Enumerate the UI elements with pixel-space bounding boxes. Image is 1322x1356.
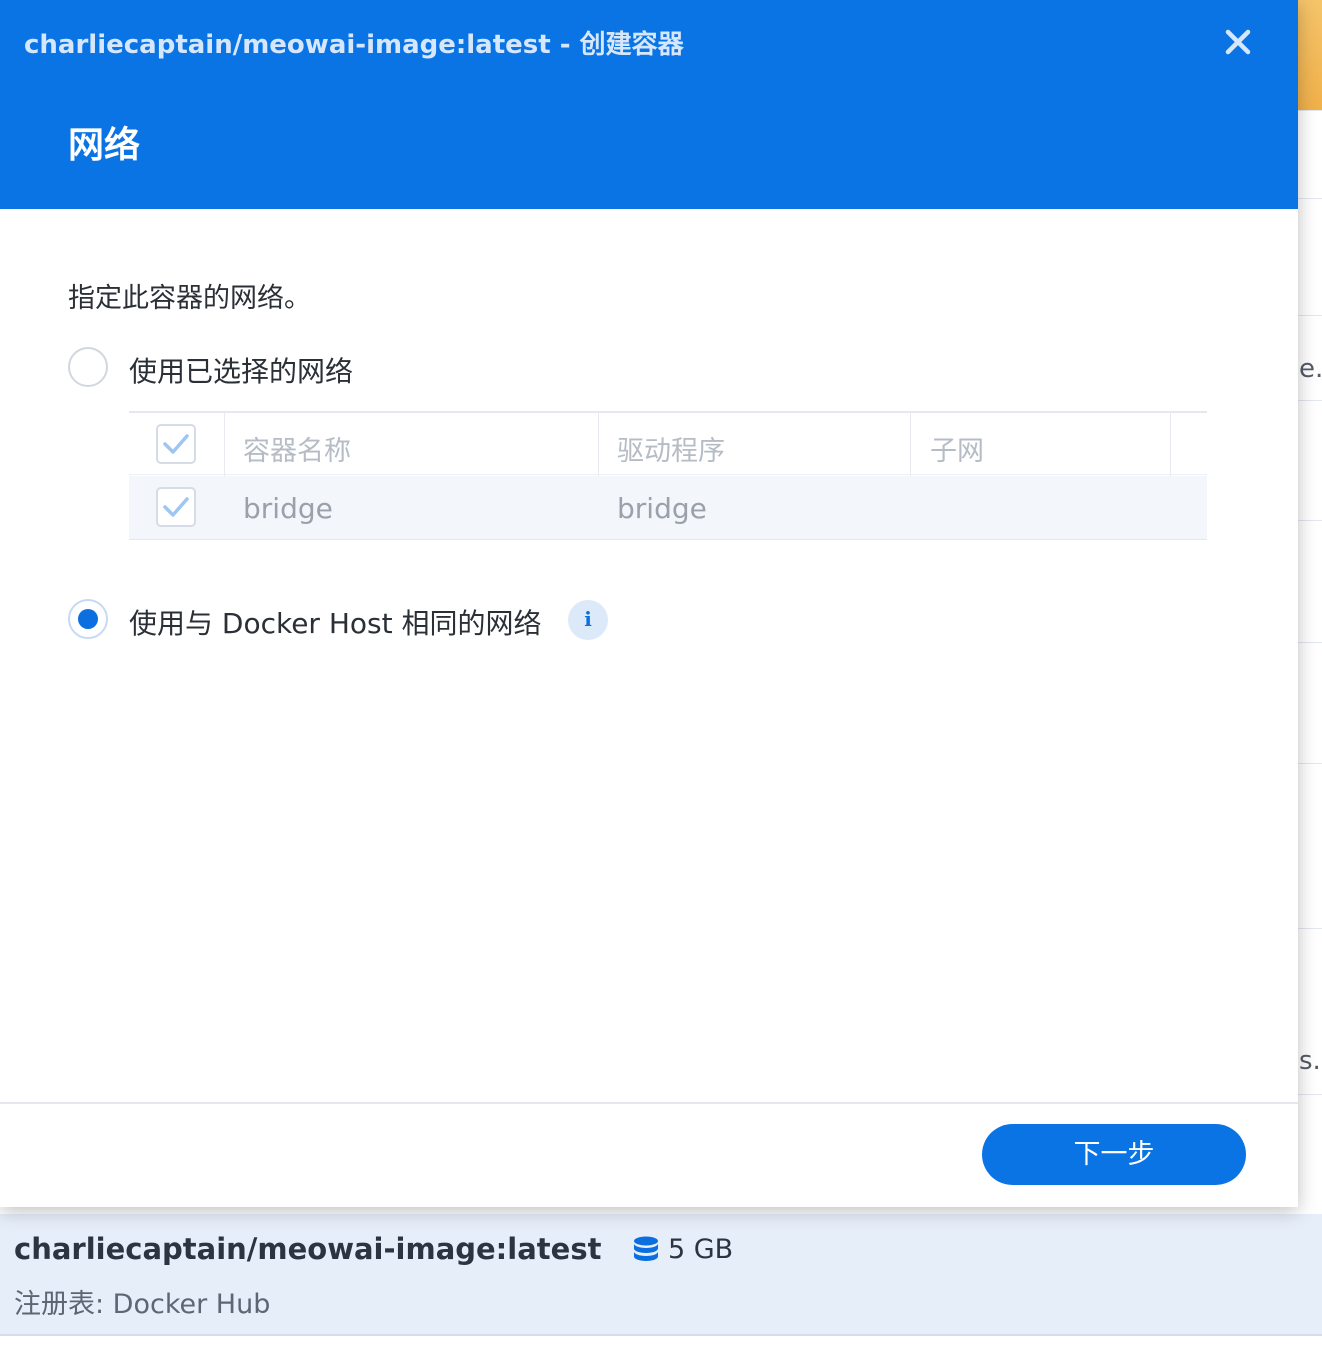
dialog-title: charliecaptain/meowai-image:latest - 创建容… [24, 30, 684, 60]
check-icon [163, 434, 189, 454]
column-separator [1170, 413, 1171, 477]
background-divider [1298, 110, 1322, 111]
database-icon [634, 1236, 658, 1261]
cell-driver: bridge [617, 492, 707, 525]
table-row[interactable]: bridge bridge [129, 476, 1207, 540]
close-icon [1225, 29, 1251, 55]
background-divider [1298, 198, 1322, 199]
network-table-header: 容器名称 驱动程序 子网 [129, 411, 1207, 477]
radio-use-host-network[interactable] [68, 599, 108, 639]
background-divider [1298, 520, 1322, 521]
row-checkbox[interactable] [156, 487, 196, 527]
background-divider [1298, 315, 1322, 316]
background-image-name: charliecaptain/meowai-image:latest [14, 1232, 602, 1266]
column-header-subnet[interactable]: 子网 [930, 429, 984, 468]
background-text-fragment: e. [1299, 354, 1322, 384]
column-header-driver[interactable]: 驱动程序 [617, 429, 725, 468]
dialog-header: charliecaptain/meowai-image:latest - 创建容… [0, 0, 1298, 209]
background-divider [1298, 642, 1322, 643]
background-header-accent [1298, 0, 1322, 110]
radio-label-use-selected-network[interactable]: 使用已选择的网络 [129, 350, 353, 390]
background-image-size: 5 GB [668, 1234, 734, 1265]
background-divider [1298, 763, 1322, 764]
step-title: 网络 [68, 125, 141, 166]
radio-selected-dot [78, 609, 98, 629]
next-button[interactable]: 下一步 [982, 1124, 1246, 1185]
check-icon [163, 497, 189, 517]
background-divider [1298, 928, 1322, 929]
background-text-fragment: s. [1299, 1046, 1321, 1076]
column-separator [224, 413, 225, 477]
step-description: 指定此容器的网络。 [68, 283, 311, 314]
column-separator [910, 413, 911, 477]
radio-label-use-host-network[interactable]: 使用与 Docker Host 相同的网络 [129, 602, 542, 642]
radio-use-selected-network[interactable] [68, 347, 108, 387]
column-header-container-name[interactable]: 容器名称 [243, 429, 351, 468]
info-icon[interactable]: i [568, 600, 608, 640]
cell-container-name: bridge [243, 492, 333, 525]
background-registry: 注册表: Docker Hub [14, 1289, 271, 1320]
create-container-dialog: charliecaptain/meowai-image:latest - 创建容… [0, 0, 1298, 1207]
footer-divider [0, 1102, 1298, 1104]
close-button[interactable] [1218, 22, 1258, 62]
network-table: 容器名称 驱动程序 子网 bridge bridge [129, 411, 1207, 540]
background-divider [1298, 400, 1322, 401]
background-list-edge [1298, 0, 1322, 1214]
background-divider [1298, 1094, 1322, 1095]
column-separator [598, 413, 599, 477]
select-all-checkbox[interactable] [156, 424, 196, 464]
